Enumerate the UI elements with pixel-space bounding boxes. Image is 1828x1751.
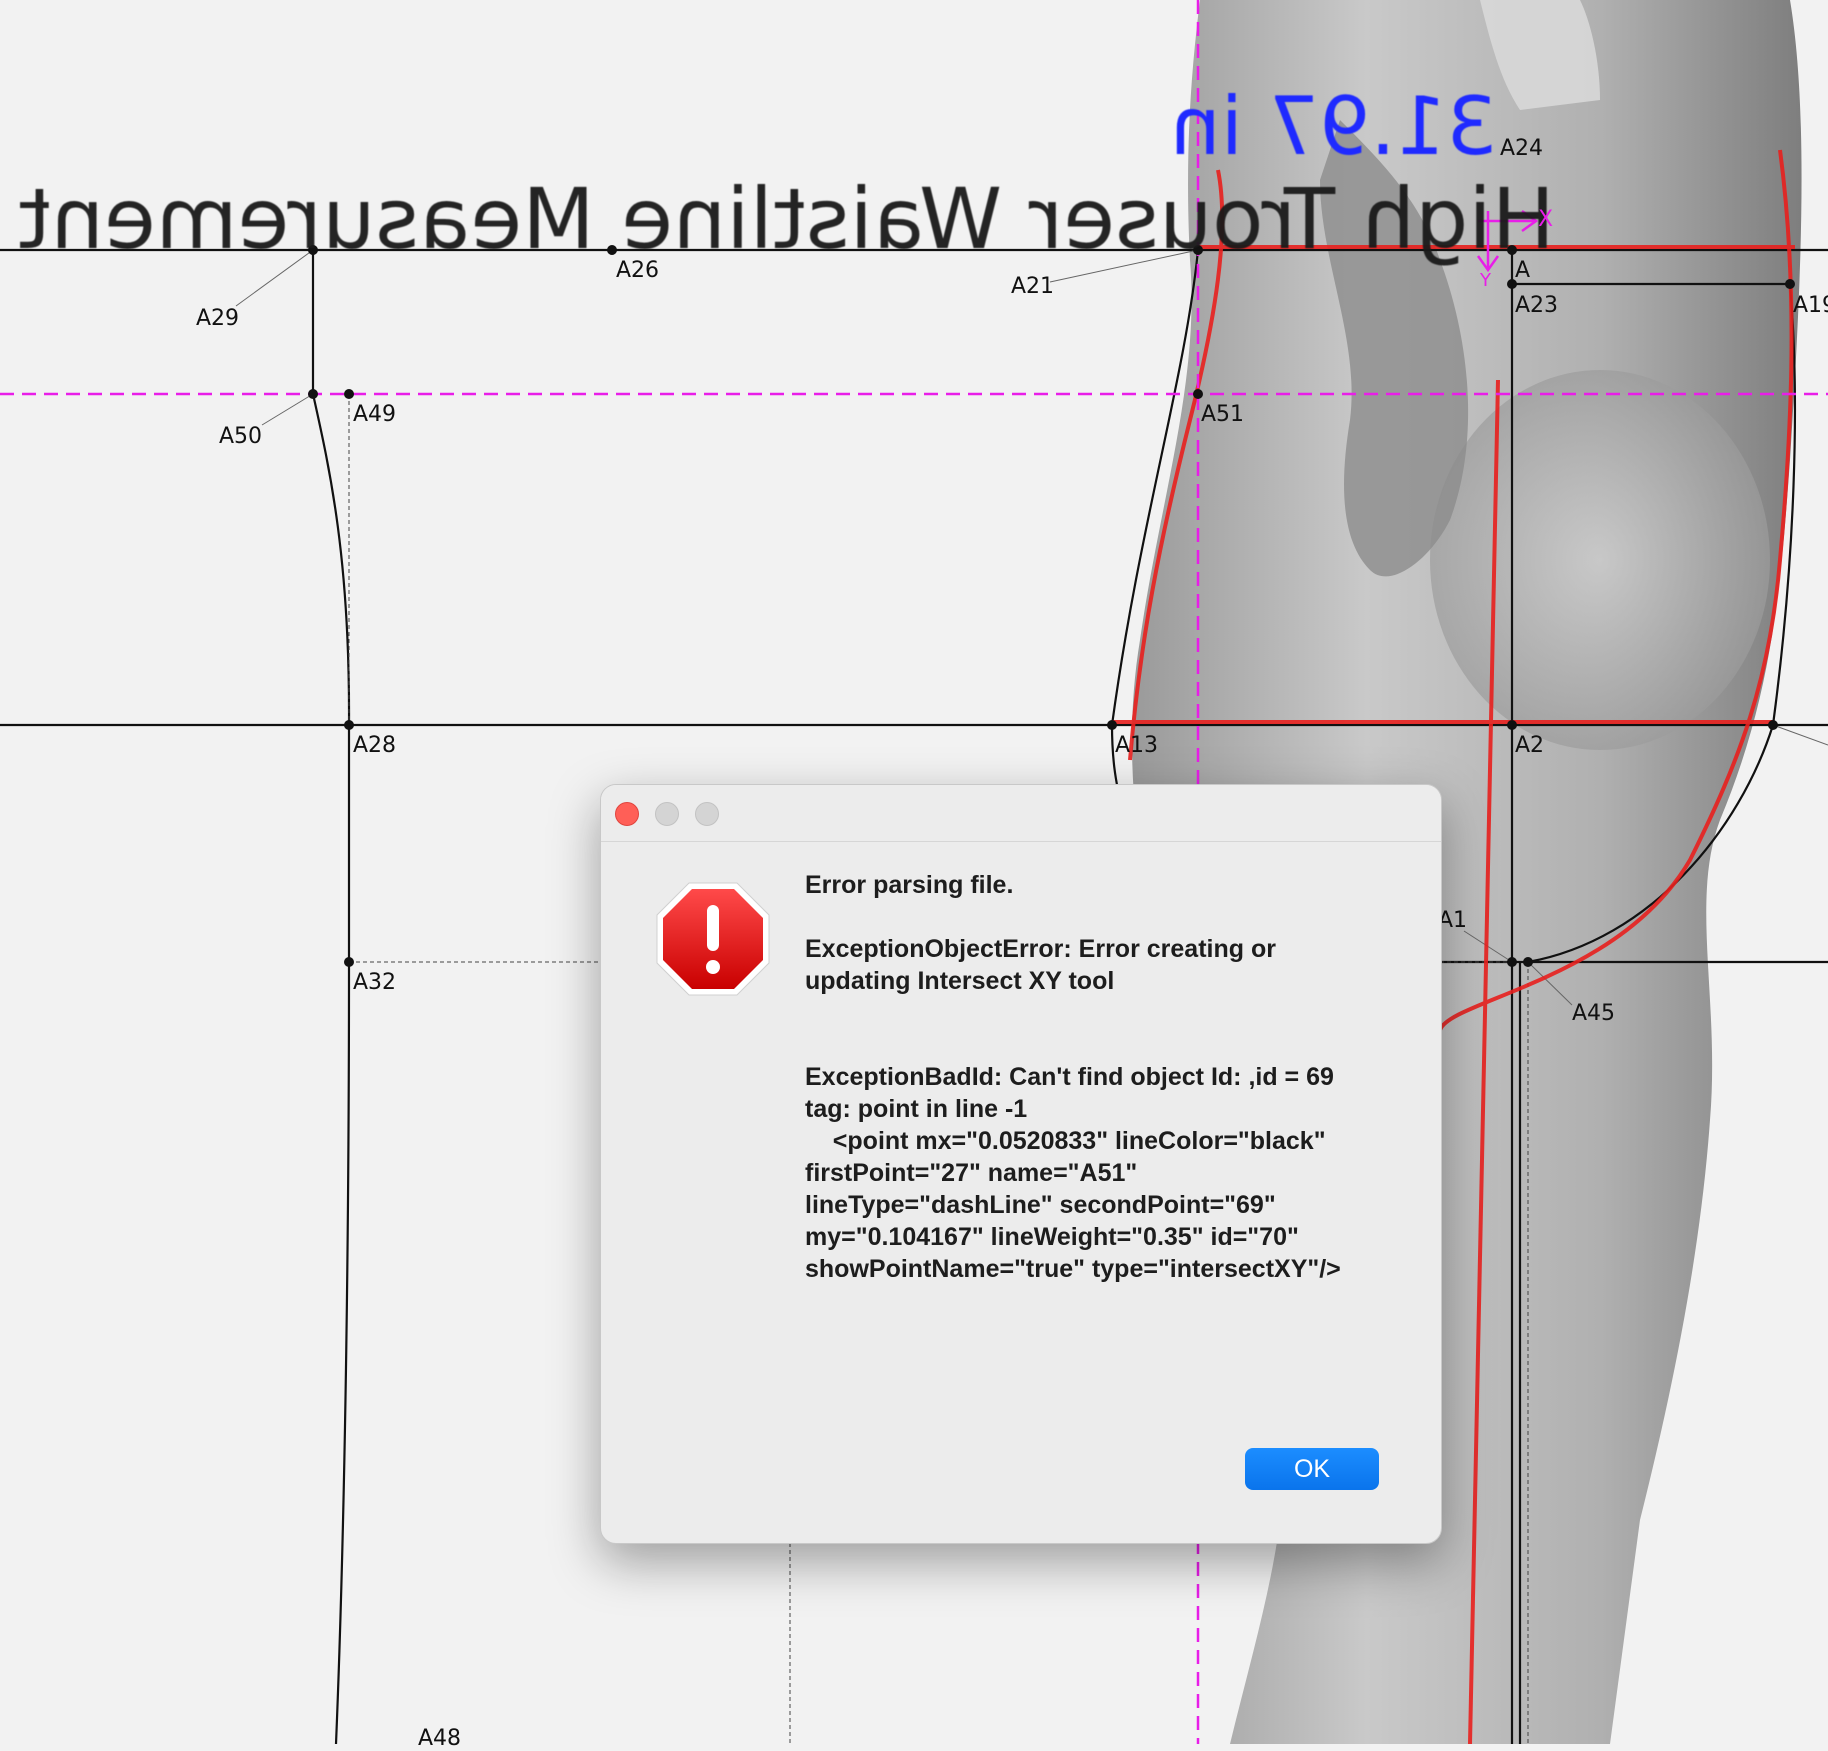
stop-alert-icon — [656, 882, 770, 996]
error-title: Error parsing file. — [805, 871, 1014, 899]
error-detail-primary: ExceptionObjectError: Error creating or … — [805, 935, 1283, 995]
zoom-window-button — [695, 802, 719, 826]
dialog-titlebar[interactable] — [601, 785, 1441, 842]
close-window-button[interactable] — [615, 802, 639, 826]
error-detail-secondary: ExceptionBadId: Can't find object Id: ,i… — [805, 1063, 1341, 1283]
minimize-window-button — [655, 802, 679, 826]
error-dialog: Error parsing file. ExceptionObjectError… — [600, 784, 1442, 1544]
error-message: Error parsing file. ExceptionObjectError… — [805, 869, 1365, 1285]
ok-button[interactable]: OK — [1245, 1448, 1379, 1490]
